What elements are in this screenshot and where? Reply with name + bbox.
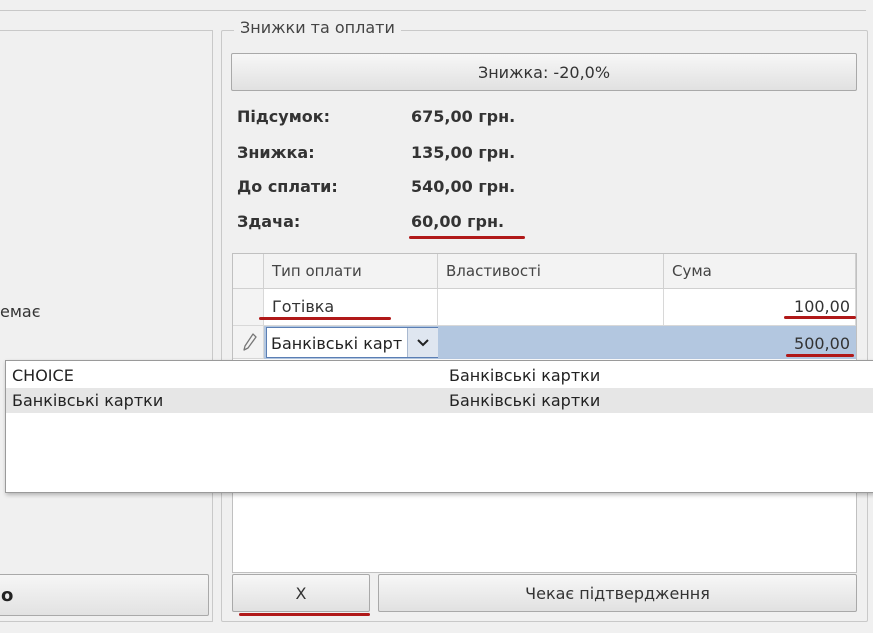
dropdown-option-name: Банківські картки: [12, 391, 164, 410]
dropdown-option-choice[interactable]: CHOICE Банківські картки: [6, 363, 873, 388]
cash-amount-underline: [784, 316, 856, 319]
change-label: Здача:: [237, 212, 301, 231]
discount-button[interactable]: Знижка: -20,0%: [231, 53, 857, 91]
table-cell-properties[interactable]: [438, 289, 664, 326]
payment-amount-cash: 100,00: [794, 297, 850, 316]
payment-amount-card: 500,00: [794, 334, 850, 353]
top-strip: [0, 0, 866, 11]
left-panel: [0, 30, 213, 622]
table-header-type[interactable]: Тип оплати: [264, 254, 438, 289]
chevron-down-icon[interactable]: [407, 328, 438, 357]
dropdown-option-detail: Банківські картки: [449, 366, 601, 385]
payment-type-cash: Готівка: [272, 297, 335, 316]
dropdown-option-bank-cards[interactable]: Банківські картки Банківські картки: [6, 388, 873, 413]
payment-type-combo-value: Банківські карт: [271, 334, 403, 353]
to-pay-value: 540,00 грн.: [411, 177, 516, 196]
discount-value: 135,00 грн.: [411, 143, 516, 162]
pencil-icon: [241, 331, 259, 353]
cancel-button[interactable]: Х: [232, 574, 370, 612]
card-amount-underline: [786, 354, 854, 357]
dropdown-option-detail: Банківські картки: [449, 391, 601, 410]
discount-label: Знижка:: [237, 143, 315, 162]
table-header-properties[interactable]: Властивості: [438, 254, 664, 289]
subtotal-value: 675,00 грн.: [411, 107, 516, 126]
confirm-button[interactable]: Чекає підтвердження: [378, 574, 857, 612]
left-panel-text: емає: [0, 302, 41, 321]
table-header-corner: [233, 254, 264, 289]
cash-underline: [259, 317, 391, 320]
subtotal-label: Підсумок:: [237, 107, 331, 126]
cancel-underline: [239, 613, 370, 616]
change-value: 60,00 грн.: [411, 212, 505, 231]
left-panel-button[interactable]: о: [0, 574, 209, 616]
change-underline: [409, 236, 525, 239]
table-header-amount[interactable]: Сума: [664, 254, 856, 289]
dropdown-option-name: CHOICE: [12, 366, 74, 385]
row-indicator: [233, 289, 264, 326]
to-pay-label: До сплати:: [237, 177, 338, 196]
group-title: Знижки та оплати: [234, 18, 401, 37]
